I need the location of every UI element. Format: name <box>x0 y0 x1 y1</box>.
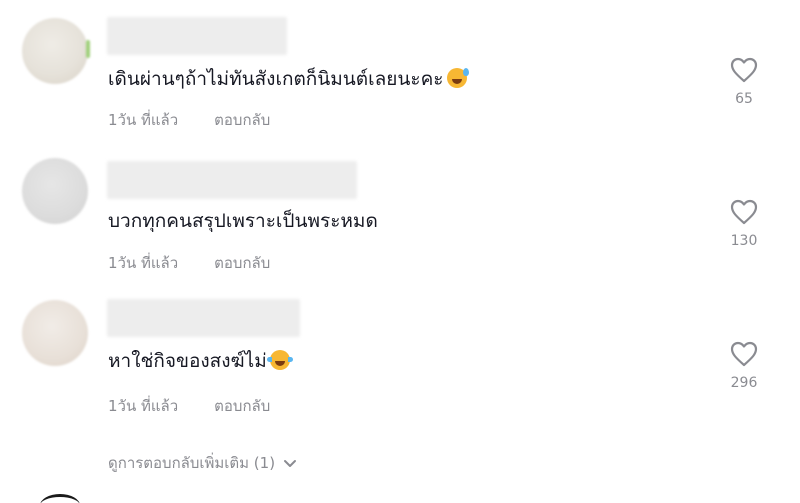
chevron-down-icon <box>283 455 297 473</box>
like-count: 130 <box>730 233 758 249</box>
reply-button[interactable]: ตอบกลับ <box>214 394 270 418</box>
username-redacted[interactable] <box>107 161 357 199</box>
avatar[interactable] <box>22 158 88 224</box>
username-redacted[interactable] <box>107 17 287 55</box>
comment-text-body: หาใช่กิจของสงฆ์ไม่ <box>108 350 267 372</box>
comment-timestamp: 1วัน ที่แล้ว <box>108 254 179 272</box>
comment-meta: 1วัน ที่แล้ว ตอบกลับ <box>108 394 270 418</box>
like-count: 65 <box>735 91 753 107</box>
comment-text: หาใช่กิจของสงฆ์ไม่ <box>108 346 293 376</box>
tears-of-joy-emoji-icon <box>266 350 293 370</box>
like-count: 296 <box>730 375 758 391</box>
comment-meta: 1วัน ที่แล้ว ตอบกลับ <box>108 108 270 132</box>
comment-text-body: เดินผ่านๆถ้าไม่ทันสังเกตก็นิมนต์เลยนะคะ <box>108 68 444 90</box>
like-button[interactable]: 130 <box>726 199 762 249</box>
like-button[interactable]: 296 <box>726 341 762 391</box>
heart-outline-icon[interactable] <box>730 341 758 367</box>
reply-button[interactable]: ตอบกลับ <box>214 251 270 275</box>
avatar[interactable] <box>22 18 88 84</box>
avatar-online-indicator <box>86 40 90 58</box>
avatar[interactable] <box>22 300 88 366</box>
like-button[interactable]: 65 <box>726 57 762 107</box>
view-more-replies-label: ดูการตอบกลับเพิ่มเติม (1) <box>108 454 276 472</box>
username-redacted[interactable] <box>107 299 300 337</box>
comment-meta: 1วัน ที่แล้ว ตอบกลับ <box>108 251 270 275</box>
next-comment-avatar <box>40 494 80 503</box>
comment-timestamp: 1วัน ที่แล้ว <box>108 111 179 129</box>
comments-panel: เดินผ่านๆถ้าไม่ทันสังเกตก็นิมนต์เลยนะคะ … <box>0 0 800 503</box>
comment-text: บวกทุกคนสรุปเพราะเป็นพระหมด <box>108 206 378 236</box>
sweat-smile-emoji-icon <box>446 68 469 88</box>
comment-timestamp: 1วัน ที่แล้ว <box>108 397 179 415</box>
comment-text-body: บวกทุกคนสรุปเพราะเป็นพระหมด <box>108 210 378 232</box>
heart-outline-icon[interactable] <box>730 57 758 83</box>
reply-button[interactable]: ตอบกลับ <box>214 108 270 132</box>
view-more-replies-button[interactable]: ดูการตอบกลับเพิ่มเติม (1) <box>108 451 297 475</box>
heart-outline-icon[interactable] <box>730 199 758 225</box>
comment-text: เดินผ่านๆถ้าไม่ทันสังเกตก็นิมนต์เลยนะคะ <box>108 64 469 94</box>
